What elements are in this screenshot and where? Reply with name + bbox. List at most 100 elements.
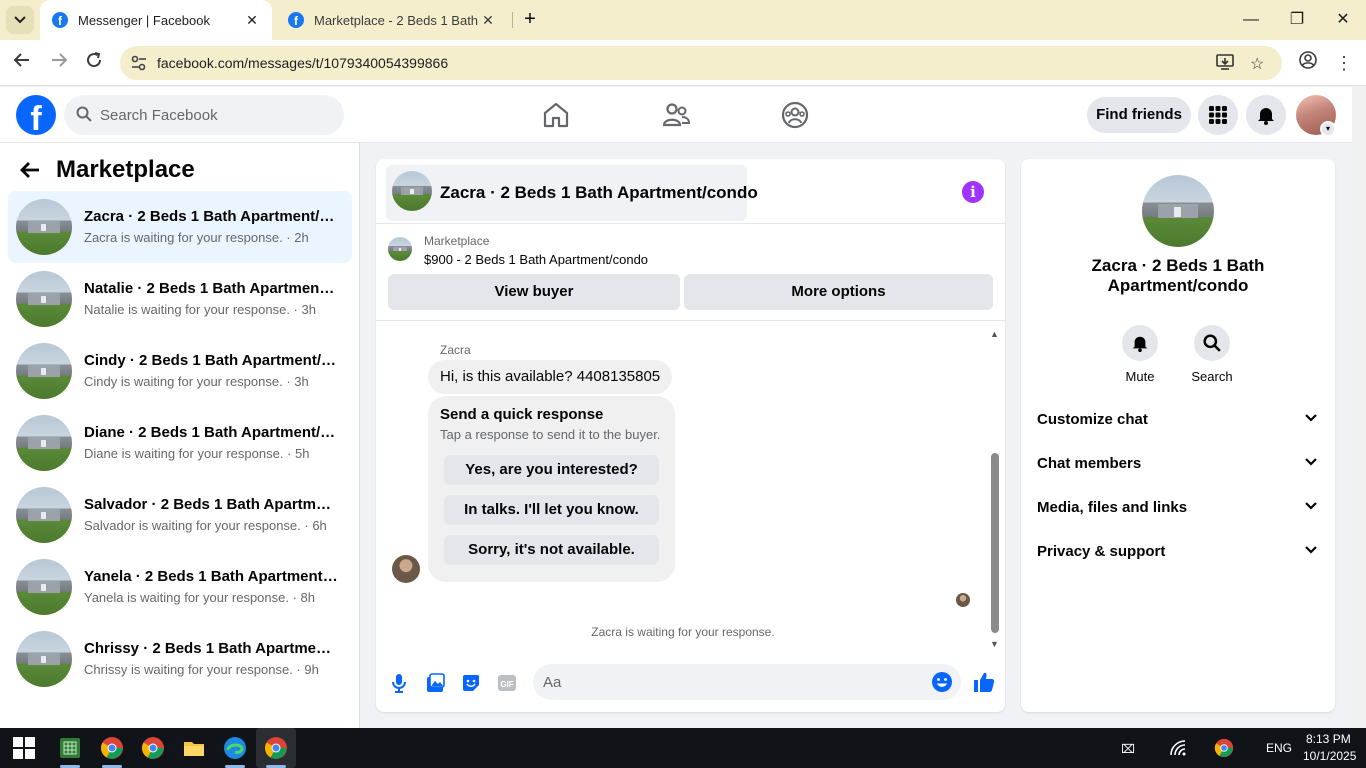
- forward-button[interactable]: [46, 50, 72, 76]
- wifi-icon[interactable]: [1168, 738, 1188, 758]
- scrollbar-thumb[interactable]: [991, 453, 999, 633]
- clock-date[interactable]: 10/1/2025: [1303, 749, 1356, 763]
- tab-messenger[interactable]: f Messenger | Facebook ✕: [40, 0, 272, 40]
- address-bar[interactable]: facebook.com/messages/t/1079340054399866…: [120, 46, 1282, 80]
- chevron-down-icon: [1305, 502, 1317, 510]
- chat-scrollbar[interactable]: ▲ ▼: [989, 329, 1001, 649]
- browser-toolbar: facebook.com/messages/t/1079340054399866…: [0, 40, 1366, 86]
- chrome-icon[interactable]: [100, 736, 124, 760]
- browser-menu-icon[interactable]: ⋮: [1331, 50, 1357, 76]
- conversation-item[interactable]: Cindy · 2 Beds 1 Bath Apartment/condo Ci…: [8, 335, 352, 407]
- menu-button[interactable]: [1198, 95, 1238, 135]
- customize-chat-section[interactable]: Customize chat: [1029, 400, 1327, 440]
- listing-thumbnail: [16, 487, 72, 543]
- reload-button[interactable]: [81, 50, 107, 76]
- scroll-up-icon[interactable]: ▲: [990, 329, 999, 339]
- quick-response-button[interactable]: In talks. I'll let you know.: [444, 495, 659, 525]
- listing-title[interactable]: $900 - 2 Beds 1 Bath Apartment/condo: [424, 252, 648, 267]
- conversation-item[interactable]: Salvador · 2 Beds 1 Bath Apartment/condo…: [8, 479, 352, 551]
- divider: [376, 320, 1005, 321]
- chrome-active-icon[interactable]: [264, 736, 288, 760]
- close-window-button[interactable]: ✕: [1320, 0, 1366, 40]
- emoji-icon[interactable]: [931, 671, 953, 693]
- conversation-item[interactable]: Natalie · 2 Beds 1 Bath Apartment/condo …: [8, 263, 352, 335]
- groups-icon[interactable]: [779, 99, 811, 131]
- quick-response-button[interactable]: Sorry, it's not available.: [444, 535, 659, 565]
- conversation-item[interactable]: Chrissy · 2 Beds 1 Bath Apartment/condo …: [8, 623, 352, 695]
- more-options-button[interactable]: More options: [684, 274, 993, 310]
- input-method-icon[interactable]: ⌧: [1118, 738, 1138, 758]
- chat-header[interactable]: Zacra · 2 Beds 1 Bath Apartment/condo: [386, 165, 758, 221]
- sender-name: Zacra: [440, 343, 471, 357]
- section-label: Chat members: [1037, 455, 1142, 472]
- quick-response-card: Send a quick response Tap a response to …: [428, 396, 675, 582]
- notifications-button[interactable]: [1246, 95, 1286, 135]
- clock-time[interactable]: 8:13 PM: [1306, 732, 1351, 746]
- conversation-item[interactable]: Zacra · 2 Beds 1 Bath Apartment/condo Za…: [8, 191, 352, 263]
- find-friends-button[interactable]: Find friends: [1087, 97, 1191, 133]
- facebook-search[interactable]: [64, 95, 344, 135]
- tab-search-dropdown[interactable]: [6, 6, 34, 34]
- edge-icon[interactable]: [223, 736, 247, 760]
- url-text: facebook.com/messages/t/1079340054399866: [157, 55, 449, 71]
- svg-text:GIF: GIF: [500, 680, 513, 689]
- photo-icon[interactable]: [424, 672, 446, 694]
- facebook-logo-icon[interactable]: f: [16, 95, 56, 135]
- search-label: Search: [1191, 369, 1233, 384]
- tab-marketplace[interactable]: f Marketplace - 2 Beds 1 Bath Ap ✕: [276, 0, 508, 40]
- message-composer[interactable]: [533, 664, 961, 700]
- conversation-preview: Chrissy is waiting for your response. · …: [84, 662, 319, 677]
- chat-panel: Zacra · 2 Beds 1 Bath Apartment/condo i …: [376, 159, 1005, 712]
- gif-icon[interactable]: GIF: [496, 672, 518, 694]
- language-indicator[interactable]: ENG: [1266, 741, 1292, 755]
- chrome-profile-icon[interactable]: [141, 736, 165, 760]
- search-conversation-button[interactable]: Search: [1182, 325, 1242, 384]
- sticker-icon[interactable]: [460, 672, 482, 694]
- view-buyer-button[interactable]: View buyer: [388, 274, 680, 310]
- chevron-down-icon: [1305, 458, 1317, 466]
- microphone-icon[interactable]: [388, 672, 410, 694]
- new-tab-button[interactable]: +: [518, 8, 542, 32]
- minimize-button[interactable]: —: [1228, 0, 1274, 40]
- restore-button[interactable]: ❐: [1274, 0, 1320, 40]
- mute-button[interactable]: Mute: [1110, 325, 1170, 384]
- chat-info-avatar: [1142, 175, 1214, 247]
- chat-avatar: [392, 171, 432, 211]
- privacy-support-section[interactable]: Privacy & support: [1029, 532, 1327, 572]
- windows-taskbar: ⌧ ENG 8:13 PM 10/1/2025: [0, 728, 1366, 768]
- back-button[interactable]: [9, 50, 35, 76]
- back-arrow-icon[interactable]: [20, 159, 40, 185]
- site-settings-icon[interactable]: [130, 55, 148, 71]
- page-scrollbar[interactable]: [1352, 87, 1366, 728]
- tab-close-icon[interactable]: ✕: [244, 12, 260, 29]
- chrome-tray-icon[interactable]: [1214, 738, 1234, 758]
- listing-thumbnail: [16, 343, 72, 399]
- listing-thumbnail: [16, 415, 72, 471]
- chat-members-section[interactable]: Chat members: [1029, 444, 1327, 484]
- bookmark-star-icon[interactable]: ☆: [1250, 54, 1264, 74]
- media-files-links-section[interactable]: Media, files and links: [1029, 488, 1327, 528]
- tab-title: Marketplace - 2 Beds 1 Bath Ap: [314, 12, 480, 28]
- message-bubble[interactable]: Hi, is this available? 4408135805: [428, 360, 673, 394]
- search-input[interactable]: [100, 95, 330, 135]
- windows-start-icon[interactable]: [12, 736, 36, 760]
- listing-thumbnail: [388, 237, 412, 261]
- waiting-status: Zacra is waiting for your response.: [591, 625, 775, 639]
- conversation-item[interactable]: Diane · 2 Beds 1 Bath Apartment/condo Di…: [8, 407, 352, 479]
- search-icon: [76, 106, 92, 122]
- scroll-down-icon[interactable]: ▼: [990, 639, 999, 649]
- spreadsheet-app-icon[interactable]: [58, 736, 82, 760]
- sender-avatar[interactable]: [392, 555, 420, 583]
- info-icon[interactable]: i: [962, 181, 984, 203]
- tab-close-icon[interactable]: ✕: [480, 12, 496, 29]
- thumbs-up-icon[interactable]: [972, 670, 996, 694]
- friends-icon[interactable]: [660, 99, 692, 131]
- install-app-icon[interactable]: [1216, 54, 1234, 75]
- profile-account-icon[interactable]: [1295, 50, 1321, 76]
- conversation-item[interactable]: Yanela · 2 Beds 1 Bath Apartment/condo Y…: [8, 551, 352, 623]
- account-dropdown-icon[interactable]: ▾: [1320, 121, 1336, 137]
- file-explorer-icon[interactable]: [182, 736, 206, 760]
- message-input[interactable]: [543, 664, 913, 700]
- home-icon[interactable]: [540, 99, 572, 131]
- quick-response-button[interactable]: Yes, are you interested?: [444, 455, 659, 485]
